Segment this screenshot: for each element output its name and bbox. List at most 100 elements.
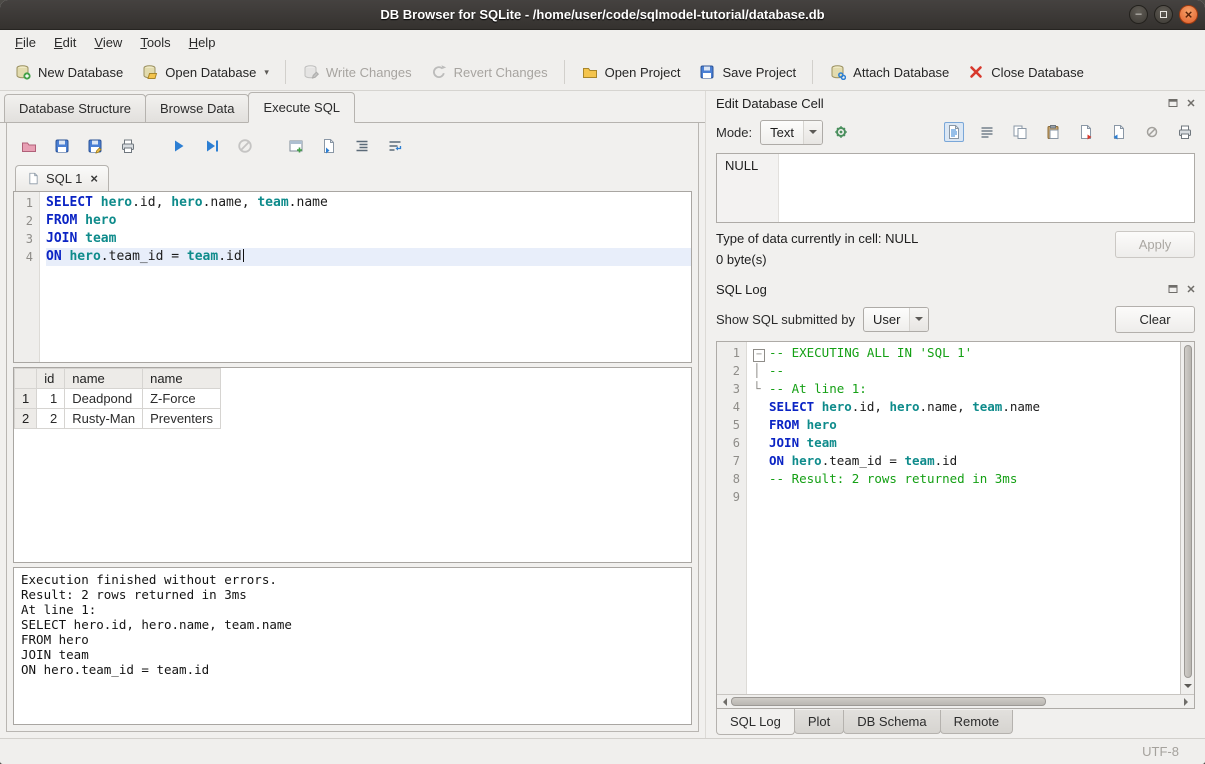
- new-database-button[interactable]: New Database: [6, 59, 131, 85]
- binary-mode-icon[interactable]: [977, 122, 997, 142]
- revert-changes-button[interactable]: Revert Changes: [422, 59, 556, 85]
- export-data-icon[interactable]: [1076, 122, 1096, 142]
- cell-editor-body[interactable]: [779, 154, 1194, 222]
- sql-log-close-icon[interactable]: [1185, 283, 1197, 295]
- edit-cell-float-icon[interactable]: [1167, 97, 1179, 109]
- copy-icon[interactable]: [1010, 122, 1030, 142]
- log-filter-combobox[interactable]: User: [863, 307, 929, 332]
- cell[interactable]: 2: [37, 409, 65, 429]
- sql-log-view[interactable]: 123456789 -- EXECUTING ALL IN 'SQL 1'---…: [717, 342, 1180, 694]
- cell-info-row: Type of data currently in cell: NULL 0 b…: [706, 223, 1205, 277]
- sql-file-tab[interactable]: SQL 1×: [15, 165, 109, 191]
- dock-tabbar: SQL LogPlotDB SchemaRemote: [706, 710, 1205, 738]
- cell[interactable]: Rusty-Man: [65, 409, 143, 429]
- execute-current-line-icon[interactable]: [202, 136, 222, 156]
- results-column-header[interactable]: name: [65, 369, 143, 389]
- minimize-button[interactable]: –: [1129, 5, 1148, 24]
- tab-execute-sql[interactable]: Execute SQL: [248, 92, 355, 123]
- stop-icon[interactable]: [235, 136, 255, 156]
- scroll-right-arrow[interactable]: [1180, 695, 1194, 708]
- main-area: Database StructureBrowse DataExecute SQL…: [0, 91, 1205, 738]
- clear-button[interactable]: Clear: [1115, 306, 1195, 333]
- horizontal-scroll-thumb[interactable]: [731, 697, 1046, 706]
- text-mode-icon[interactable]: [944, 122, 964, 142]
- results-corner-cell[interactable]: [15, 369, 37, 389]
- table-row: 22Rusty-ManPreventers: [15, 409, 221, 429]
- open-sql-file-icon[interactable]: [19, 136, 39, 156]
- print-icon[interactable]: [118, 136, 138, 156]
- edit-cell-header-icons: [1167, 97, 1197, 109]
- attach-database-button[interactable]: Attach Database: [821, 59, 957, 85]
- log-vertical-scrollbar[interactable]: [1180, 342, 1194, 694]
- vertical-scroll-thumb[interactable]: [1184, 345, 1192, 678]
- menu-file[interactable]: File: [6, 33, 45, 52]
- open-in-new-tab-icon[interactable]: [319, 136, 339, 156]
- write-changes-button[interactable]: Write Changes: [294, 59, 420, 85]
- cell[interactable]: Z-Force: [143, 389, 221, 409]
- results-column-header[interactable]: id: [37, 369, 65, 389]
- cell-type-info: Type of data currently in cell: NULL: [716, 231, 918, 246]
- encoding-label: UTF-8: [1142, 744, 1179, 759]
- close-database-button[interactable]: Close Database: [959, 59, 1092, 85]
- auto-format-icon[interactable]: [352, 136, 372, 156]
- menu-edit[interactable]: Edit: [45, 33, 85, 52]
- attach-database-icon: [829, 63, 847, 81]
- word-wrap-icon[interactable]: [385, 136, 405, 156]
- open-project-button[interactable]: Open Project: [573, 59, 689, 85]
- scroll-down-arrow[interactable]: [1181, 681, 1195, 694]
- cell[interactable]: Deadpond: [65, 389, 143, 409]
- menu-help[interactable]: Help: [180, 33, 225, 52]
- open-in-app-icon[interactable]: [831, 122, 851, 142]
- editor-line-number-gutter: 1234: [14, 192, 40, 362]
- menu-view[interactable]: View: [85, 33, 131, 52]
- open-database-button[interactable]: Open Database▾: [133, 59, 277, 85]
- fold-end-icon: [753, 380, 769, 398]
- cell[interactable]: 1: [37, 389, 65, 409]
- log-line: [753, 488, 1180, 506]
- execute-all-icon[interactable]: [169, 136, 189, 156]
- save-sql-as-icon[interactable]: [85, 136, 105, 156]
- tab-database-structure[interactable]: Database Structure: [4, 94, 146, 122]
- dock-tab-db-schema[interactable]: DB Schema: [843, 710, 940, 734]
- dock-tab-remote[interactable]: Remote: [940, 710, 1014, 734]
- dock-tab-plot[interactable]: Plot: [794, 710, 844, 734]
- log-horizontal-scrollbar[interactable]: [717, 694, 1194, 708]
- editor-code-area[interactable]: SELECT hero.id, hero.name, team.nameFROM…: [40, 192, 691, 362]
- edit-cell-close-icon[interactable]: [1185, 97, 1197, 109]
- cell[interactable]: Preventers: [143, 409, 221, 429]
- menu-tools[interactable]: Tools: [131, 33, 179, 52]
- results-column-header[interactable]: name: [143, 369, 221, 389]
- row-number[interactable]: 1: [15, 389, 37, 409]
- combo-arrow-icon[interactable]: [909, 308, 928, 331]
- paste-icon[interactable]: [1043, 122, 1063, 142]
- cell-editor[interactable]: NULL: [716, 153, 1195, 223]
- close-window-button[interactable]: ×: [1179, 5, 1198, 24]
- revert-changes-icon: [430, 63, 448, 81]
- print-icon[interactable]: [1175, 122, 1195, 142]
- combo-arrow-icon[interactable]: [803, 121, 822, 144]
- close-database-icon: [967, 63, 985, 81]
- fold-start-icon[interactable]: [753, 344, 769, 362]
- sql-editor-toolbar: [13, 129, 692, 163]
- sql-log-float-icon[interactable]: [1167, 283, 1179, 295]
- tab-browse-data[interactable]: Browse Data: [145, 94, 249, 122]
- import-data-icon[interactable]: [1109, 122, 1129, 142]
- maximize-button[interactable]: [1154, 5, 1173, 24]
- new-tab-icon[interactable]: [286, 136, 306, 156]
- save-project-button[interactable]: Save Project: [690, 59, 804, 85]
- sql-file-icon: [26, 172, 40, 186]
- dock-tab-sql-log[interactable]: SQL Log: [716, 709, 795, 735]
- edit-cell-right-icons: [944, 122, 1195, 142]
- apply-button[interactable]: Apply: [1115, 231, 1195, 258]
- save-sql-file-icon[interactable]: [52, 136, 72, 156]
- row-number[interactable]: 2: [15, 409, 37, 429]
- statusbar: UTF-8: [0, 738, 1205, 764]
- attach-database-label: Attach Database: [853, 65, 949, 80]
- set-null-icon[interactable]: [1142, 122, 1162, 142]
- scroll-left-arrow[interactable]: [717, 695, 731, 708]
- open-database-dropdown-icon[interactable]: ▾: [264, 67, 269, 78]
- sql-tab-close-icon[interactable]: ×: [90, 171, 98, 186]
- titlebar[interactable]: DB Browser for SQLite - /home/user/code/…: [0, 0, 1205, 30]
- sql-editor[interactable]: 1234 SELECT hero.id, hero.name, team.nam…: [13, 191, 692, 363]
- mode-combobox[interactable]: Text: [760, 120, 823, 145]
